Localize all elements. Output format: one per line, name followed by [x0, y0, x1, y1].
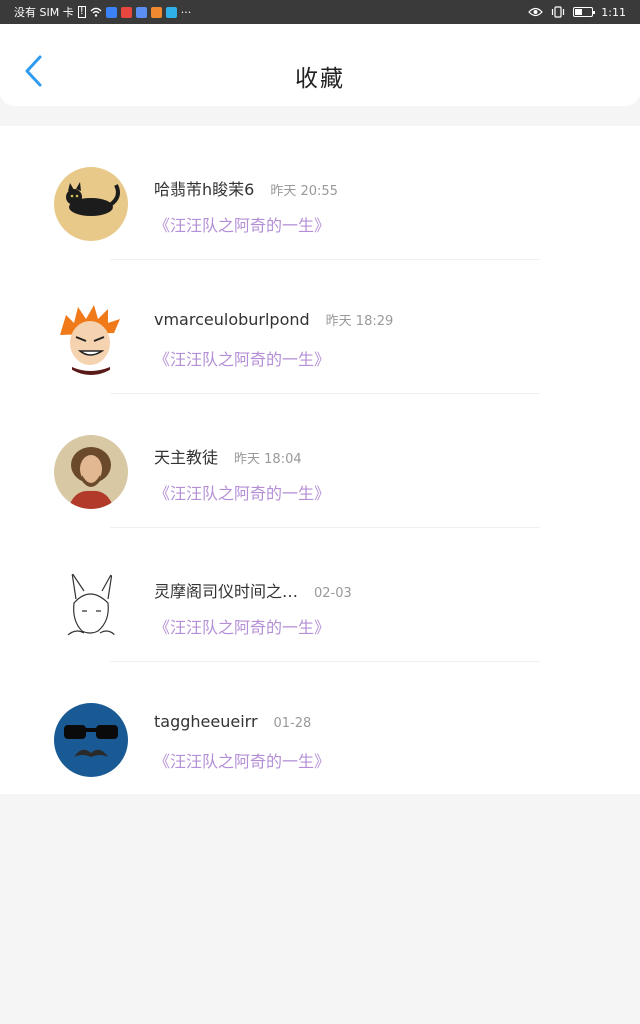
sunglasses-mustache-avatar[interactable] — [54, 703, 128, 777]
name-line: 灵摩阁司仪时间之… 02-03 — [154, 578, 352, 602]
name-line: vmarceuloburlpond 昨天 18:29 — [154, 310, 393, 329]
eye-icon — [528, 7, 544, 17]
list-item[interactable]: taggheeueirr 01-28 《汪汪队之阿奇的一生》 — [0, 662, 640, 796]
book-title[interactable]: 《汪汪队之阿奇的一生》 — [154, 748, 330, 772]
wifi-icon — [90, 7, 102, 17]
username[interactable]: taggheeueirr — [154, 712, 258, 731]
status-right: 1:11 — [528, 0, 626, 24]
username[interactable]: 哈翡芾h睃茉6 — [154, 176, 254, 200]
username[interactable]: vmarceuloburlpond — [154, 310, 310, 329]
book-title[interactable]: 《汪汪队之阿奇的一生》 — [154, 614, 330, 638]
timestamp: 昨天 20:55 — [270, 184, 338, 199]
list-item[interactable]: vmarceuloburlpond 昨天 18:29 《汪汪队之阿奇的一生》 — [0, 260, 640, 394]
cat-avatar[interactable] — [54, 167, 128, 241]
list-item[interactable]: 灵摩阁司仪时间之… 02-03 《汪汪队之阿奇的一生》 — [0, 528, 640, 662]
timestamp: 昨天 18:29 — [325, 314, 394, 329]
jesus-painting-avatar[interactable] — [54, 435, 128, 509]
battery-icon — [573, 7, 596, 17]
orange-hair-cartoon-avatar[interactable] — [54, 301, 128, 375]
timestamp: 02-03 — [314, 586, 352, 601]
search-app-icon — [165, 6, 177, 18]
book-title[interactable]: 《汪汪队之阿奇的一生》 — [154, 480, 330, 504]
vibrate-icon — [552, 6, 565, 18]
carrier-text: 没有 SIM 卡 — [14, 6, 74, 19]
browser-app-icon — [135, 6, 147, 18]
list-item[interactable]: 哈翡芾h睃茉6 昨天 20:55 《汪汪队之阿奇的一生》 — [0, 126, 640, 260]
clock: 1:11 — [601, 5, 626, 19]
book-title[interactable]: 《汪汪队之阿奇的一生》 — [154, 346, 330, 370]
username[interactable]: 天主教徒 — [154, 444, 218, 468]
location-app-icon — [105, 6, 117, 18]
name-line: taggheeueirr 01-28 — [154, 712, 311, 731]
username[interactable]: 灵摩阁司仪时间之… — [154, 578, 298, 602]
header: 收藏 — [0, 24, 640, 106]
book-title[interactable]: 《汪汪队之阿奇的一生》 — [154, 212, 330, 236]
music-app-icon — [150, 6, 162, 18]
status-bar: 没有 SIM 卡 ! ··· 1:11 — [0, 0, 640, 24]
more-notifications: ··· — [180, 5, 192, 19]
favorites-list: 哈翡芾h睃茉6 昨天 20:55 《汪汪队之阿奇的一生》 vmarceulobu… — [0, 126, 640, 794]
notification-icon: ! — [77, 6, 86, 18]
page-title: 收藏 — [295, 66, 345, 92]
status-left: 没有 SIM 卡 ! ··· — [14, 0, 191, 24]
name-line: 哈翡芾h睃茉6 昨天 20:55 — [154, 176, 338, 200]
name-line: 天主教徒 昨天 18:04 — [154, 444, 302, 468]
sketch-girl-avatar[interactable] — [54, 569, 128, 643]
timestamp: 昨天 18:04 — [234, 452, 302, 467]
video-app-icon — [120, 6, 132, 18]
list-item[interactable]: 天主教徒 昨天 18:04 《汪汪队之阿奇的一生》 — [0, 394, 640, 528]
timestamp: 01-28 — [273, 716, 312, 731]
